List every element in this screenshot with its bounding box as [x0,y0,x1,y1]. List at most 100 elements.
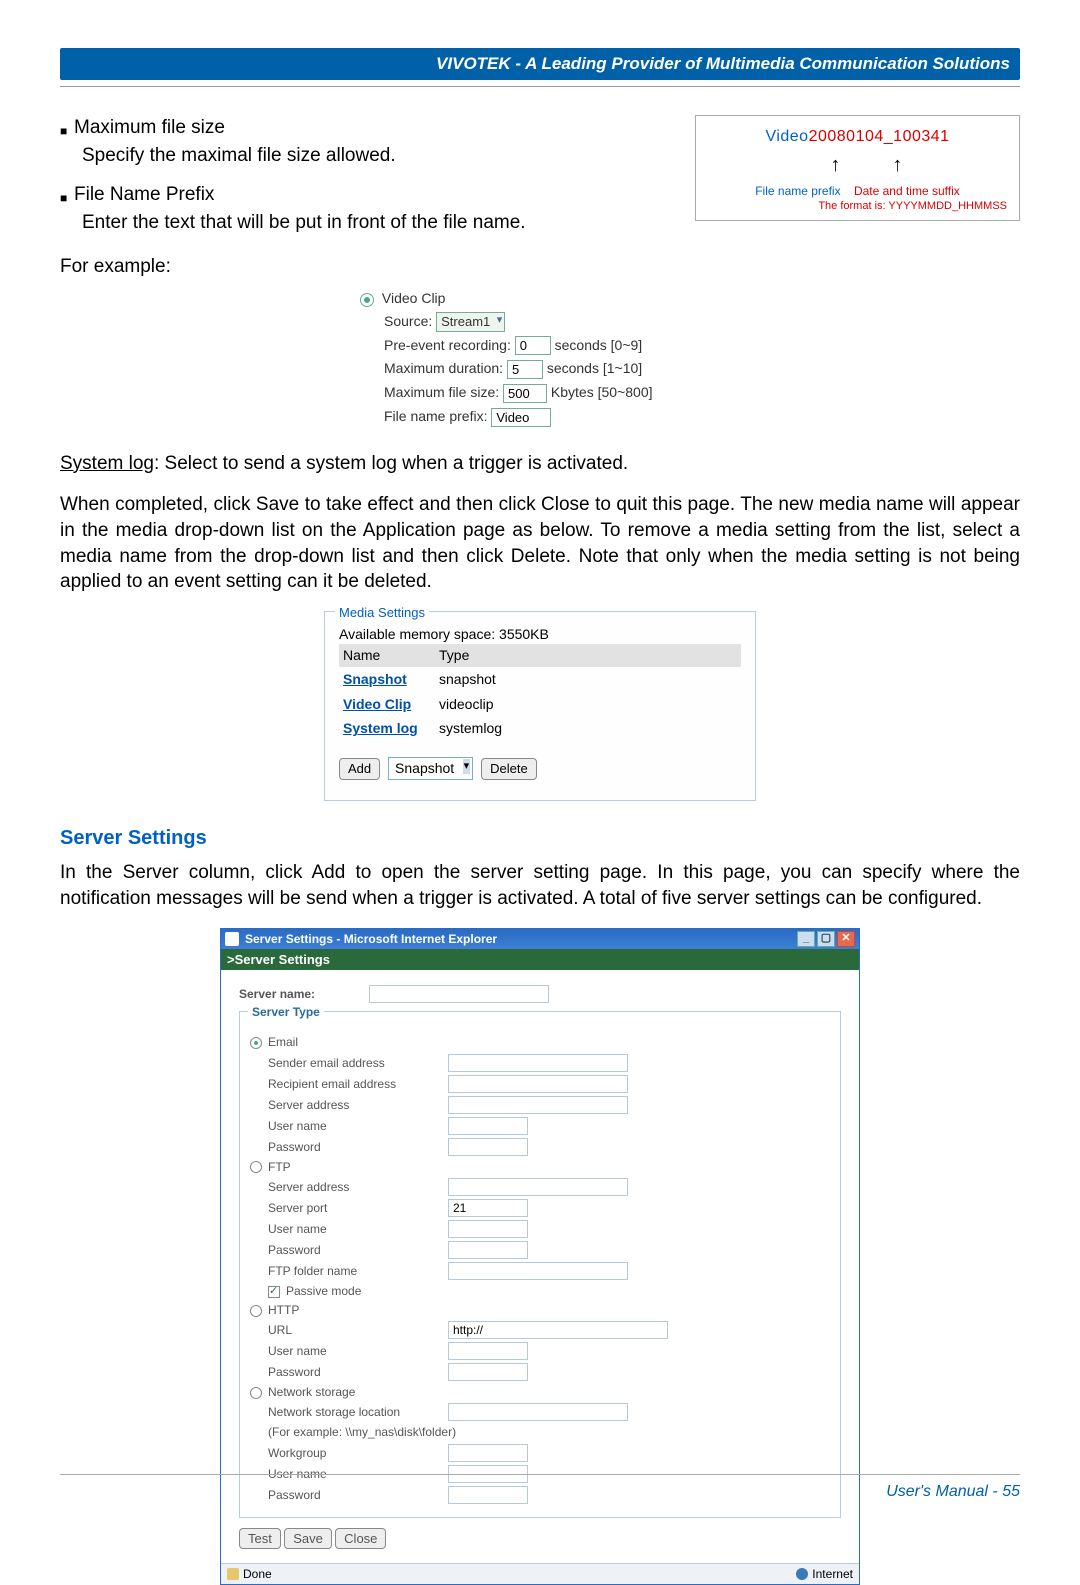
ftp-pass-input[interactable] [448,1241,528,1259]
example-label: For example: [60,254,1020,280]
passive-checkbox[interactable] [268,1286,280,1298]
ns-example: (For example: \\my_nas\disk\folder) [268,1424,456,1440]
ftp-server-input[interactable] [448,1178,628,1196]
close-icon[interactable]: ✕ [837,931,855,947]
status-zone: Internet [812,1566,853,1582]
ie-window: Server Settings - Microsoft Internet Exp… [220,928,860,1585]
media-name-link[interactable]: Snapshot [339,670,439,689]
ns-pass-label: Password [268,1487,448,1503]
ftp-server-label: Server address [268,1179,448,1195]
sender-input[interactable] [448,1054,628,1072]
email-server-input[interactable] [448,1096,628,1114]
filesize-label: Maximum file size: [384,384,499,400]
radio-ftp[interactable] [250,1161,262,1173]
close-button[interactable]: Close [335,1528,386,1550]
completion-paragraph: When completed, click Save to take effec… [60,492,1020,595]
http-pass-input[interactable] [448,1363,528,1381]
ns-location-input[interactable] [448,1403,628,1421]
email-pass-input[interactable] [448,1138,528,1156]
diagram-suffix: 20080104_100341 [809,128,950,145]
bullet-prefix-desc: Enter the text that will be put in front… [74,210,675,236]
recipient-input[interactable] [448,1075,628,1093]
test-button[interactable]: Test [239,1528,281,1550]
radio-network-storage[interactable] [250,1387,262,1399]
http-user-label: User name [268,1343,448,1359]
available-memory: Available memory space: 3550KB [339,625,741,644]
media-name-link[interactable]: Video Clip [339,695,439,714]
email-server-label: Server address [268,1097,448,1113]
http-user-input[interactable] [448,1342,528,1360]
video-clip-title: Video Clip [382,290,446,306]
window-titlebar: Server Settings - Microsoft Internet Exp… [221,929,859,949]
preevent-label: Pre-event recording: [384,337,511,353]
filename-diagram: Video20080104_100341 ↑ ↑ File name prefi… [695,115,1020,221]
systemlog-rest: : Select to send a system log when a tri… [154,453,628,474]
internet-icon [796,1568,808,1580]
save-button[interactable]: Save [284,1528,332,1550]
statusbar: Done Internet [221,1563,859,1584]
arrow-up-icon: ↑ [831,152,841,179]
filesize-input[interactable] [503,384,547,403]
media-settings-title: Media Settings [335,604,429,622]
add-button[interactable]: Add [339,758,380,780]
http-url-input[interactable] [448,1321,668,1339]
col-type: Type [439,646,469,665]
ftp-pass-label: Password [268,1242,448,1258]
server-type-legend: Server Type [248,1004,324,1020]
delete-button[interactable]: Delete [481,758,537,780]
filesize-unit: Kbytes [50~800] [551,384,653,400]
server-name-label: Server name: [239,986,369,1002]
radio-email[interactable] [250,1037,262,1049]
diagram-suffix-label: Date and time suffix [854,183,960,199]
email-user-label: User name [268,1118,448,1134]
bullet-prefix-title: File Name Prefix [74,182,214,208]
ftp-port-label: Server port [268,1200,448,1216]
video-clip-example: Video Clip Source: Stream1 Pre-event rec… [360,289,720,427]
recipient-label: Recipient email address [268,1076,448,1092]
page-section-header: >Server Settings [221,949,859,971]
maximize-icon[interactable]: ▢ [817,931,835,947]
media-settings-panel: Media Settings Available memory space: 3… [324,611,756,801]
app-icon [225,932,239,946]
email-label: Email [268,1035,298,1049]
media-name-link[interactable]: System log [339,719,439,738]
ftp-user-input[interactable] [448,1220,528,1238]
bullet-max-size-title: Maximum file size [74,115,225,141]
email-pass-label: Password [268,1139,448,1155]
duration-unit: seconds [1~10] [547,360,642,376]
ns-location-label: Network storage location [268,1404,448,1420]
radio-http[interactable] [250,1305,262,1317]
table-row: Snapshot snapshot [339,667,741,692]
prefix-input[interactable] [491,408,551,427]
diagram-prefix-label: File name prefix [755,183,840,199]
prefix-label: File name prefix: [384,408,487,424]
ftp-folder-input[interactable] [448,1262,628,1280]
minimize-icon[interactable]: _ [797,931,815,947]
media-table-header: Name Type [339,644,741,667]
sender-label: Sender email address [268,1055,448,1071]
bullet-icon [60,115,74,141]
window-title: Server Settings - Microsoft Internet Exp… [245,931,497,947]
server-name-input[interactable] [369,985,549,1003]
preevent-input[interactable] [515,336,551,355]
ns-workgroup-label: Workgroup [268,1445,448,1461]
header-rule [60,86,1020,87]
bullet-icon [60,182,74,208]
radio-icon[interactable] [360,293,374,307]
col-name: Name [339,646,439,665]
email-user-input[interactable] [448,1117,528,1135]
ftp-label: FTP [268,1160,291,1174]
done-icon [227,1568,239,1580]
table-row: System log systemlog [339,716,741,741]
ftp-port-input[interactable] [448,1199,528,1217]
media-select[interactable]: Snapshot [388,757,473,780]
duration-input[interactable] [507,360,543,379]
server-settings-intro: In the Server column, click Add to open … [60,860,1020,911]
page-footer: User's Manual - 55 [886,1483,1020,1501]
ns-pass-input[interactable] [448,1486,528,1504]
media-type: snapshot [439,670,741,689]
source-select[interactable]: Stream1 [436,312,505,332]
ns-workgroup-input[interactable] [448,1444,528,1462]
table-row: Video Clip videoclip [339,692,741,717]
page-header: VIVOTEK - A Leading Provider of Multimed… [60,48,1020,80]
